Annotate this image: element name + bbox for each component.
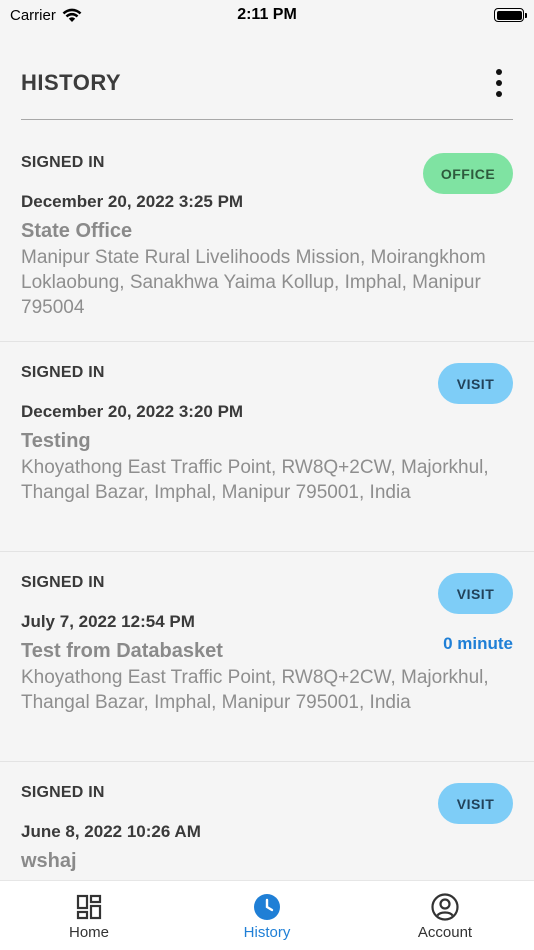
bottom-tab-bar: Home History Account bbox=[0, 880, 534, 950]
entry-place: State Office bbox=[21, 220, 133, 242]
tab-label: History bbox=[243, 924, 291, 941]
entry-address: Manipur State Rural Livelihoods Mission,… bbox=[21, 247, 486, 318]
status-left: Carrier bbox=[10, 7, 82, 24]
page-title: HISTORY bbox=[21, 70, 122, 95]
clock-icon bbox=[254, 894, 280, 920]
history-entry[interactable]: SIGNED IN VISIT 0 minute July 7, 2022 12… bbox=[0, 552, 534, 762]
entry-address: Khoyathong East Traffic Point, RW8Q+2CW,… bbox=[21, 667, 489, 713]
tab-account[interactable]: Account bbox=[375, 893, 515, 941]
entry-place: wshaj bbox=[21, 850, 77, 872]
history-entry[interactable]: SIGNED IN VISIT December 20, 2022 3:20 P… bbox=[0, 342, 534, 552]
entry-type-badge: VISIT bbox=[438, 783, 513, 824]
tab-label: Account bbox=[417, 924, 473, 941]
user-circle-icon bbox=[431, 893, 459, 921]
wifi-icon bbox=[62, 8, 82, 22]
entry-date: December 20, 2022 3:25 PM bbox=[21, 192, 244, 211]
history-entry[interactable]: SIGNED IN OFFICE December 20, 2022 3:25 … bbox=[0, 132, 534, 342]
carrier-label: Carrier bbox=[10, 6, 56, 24]
entry-duration: 0 minute bbox=[443, 634, 513, 653]
tab-history[interactable]: History bbox=[197, 893, 337, 941]
entry-date: June 8, 2022 10:26 AM bbox=[21, 822, 201, 841]
more-options-button[interactable] bbox=[485, 63, 513, 103]
entry-place: Test from Databasket bbox=[21, 640, 223, 662]
history-list[interactable]: SIGNED IN OFFICE December 20, 2022 3:25 … bbox=[0, 132, 534, 950]
tab-home[interactable]: Home bbox=[19, 893, 159, 941]
entry-type-badge: OFFICE bbox=[423, 153, 513, 194]
entry-date: July 7, 2022 12:54 PM bbox=[21, 612, 195, 631]
page-header: HISTORY bbox=[21, 60, 513, 120]
grid-icon bbox=[76, 894, 102, 920]
tab-label: Home bbox=[68, 924, 109, 941]
entry-date: December 20, 2022 3:20 PM bbox=[21, 402, 244, 421]
more-vertical-icon bbox=[496, 69, 502, 75]
status-bar: Carrier 2:11 PM bbox=[0, 0, 534, 30]
entry-place: Testing bbox=[21, 430, 91, 452]
entry-type-badge: VISIT bbox=[438, 363, 513, 404]
entry-type-badge: VISIT bbox=[438, 573, 513, 614]
battery-icon bbox=[494, 8, 527, 22]
entry-address: Khoyathong East Traffic Point, RW8Q+2CW,… bbox=[21, 457, 489, 503]
